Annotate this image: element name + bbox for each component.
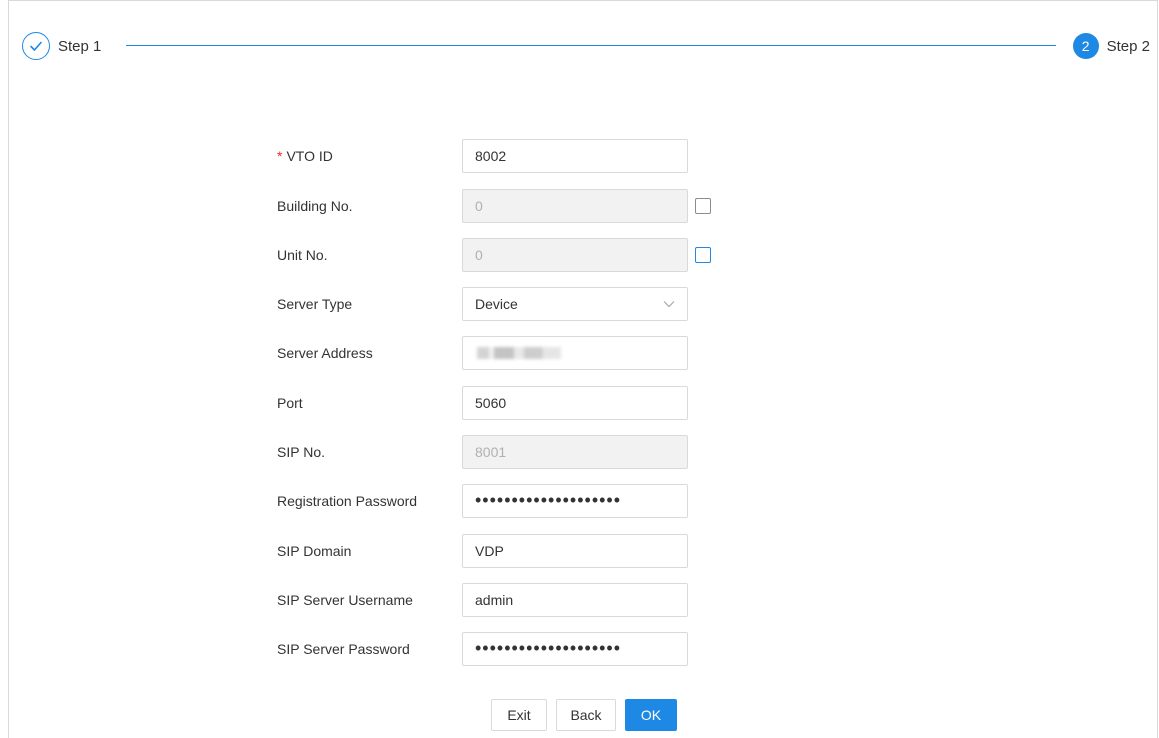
building-no-label: Building No. [277, 198, 353, 214]
vto-id-input[interactable]: 8002 [462, 139, 688, 173]
sip-domain-row: SIP Domain VDP [0, 534, 1159, 568]
port-row: Port 5060 [0, 386, 1159, 420]
sip-server-password-row: SIP Server Password •••••••••••••••••••• [0, 632, 1159, 666]
registration-password-row: Registration Password ••••••••••••••••••… [0, 484, 1159, 518]
unit-no-label: Unit No. [277, 247, 328, 263]
step-1: Step 1 [22, 30, 101, 62]
step-2: 2 Step 2 [1072, 30, 1150, 62]
sip-domain-label: SIP Domain [277, 543, 352, 559]
building-no-input: 0 [462, 189, 688, 223]
building-no-row: Building No. 0 [0, 189, 1159, 223]
step-2-label: Step 2 [1106, 37, 1150, 55]
sip-no-input: 8001 [462, 435, 688, 469]
server-address-input[interactable] [462, 336, 688, 370]
steps-bar: Step 1 2 Step 2 [22, 30, 1150, 62]
sip-domain-input[interactable]: VDP [462, 534, 688, 568]
back-button[interactable]: Back [556, 699, 616, 731]
server-type-value: Device [475, 296, 518, 312]
sip-server-username-label: SIP Server Username [277, 592, 413, 608]
check-icon [22, 32, 50, 60]
chevron-down-icon [663, 288, 675, 320]
server-type-select[interactable]: Device [462, 287, 688, 321]
unit-no-row: Unit No. 0 [0, 238, 1159, 272]
registration-password-input[interactable]: •••••••••••••••••••• [462, 484, 688, 518]
required-mark: * [277, 148, 283, 164]
sip-no-row: SIP No. 8001 [0, 435, 1159, 469]
sip-no-label: SIP No. [277, 444, 325, 460]
sip-server-password-input[interactable]: •••••••••••••••••••• [462, 632, 688, 666]
sip-server-password-label: SIP Server Password [277, 641, 410, 657]
unit-no-input: 0 [462, 238, 688, 272]
port-input[interactable]: 5060 [462, 386, 688, 420]
server-type-label: Server Type [277, 296, 353, 312]
vto-id-label: * VTO ID [277, 139, 333, 173]
port-label: Port [277, 395, 303, 411]
building-no-checkbox[interactable] [695, 198, 711, 214]
vto-id-label-text: VTO ID [286, 148, 333, 164]
server-address-row: Server Address [0, 336, 1159, 370]
step-connector-line [126, 45, 1056, 46]
server-type-row: Server Type Device [0, 287, 1159, 321]
redacted-value [477, 347, 561, 359]
server-address-label: Server Address [277, 345, 373, 361]
step-1-label: Step 1 [58, 37, 102, 55]
registration-password-label: Registration Password [277, 493, 418, 509]
vto-id-row: * VTO ID 8002 [0, 139, 1159, 173]
sip-server-username-row: SIP Server Username admin [0, 583, 1159, 617]
unit-no-checkbox[interactable] [695, 247, 711, 263]
exit-button[interactable]: Exit [491, 699, 547, 731]
ok-button[interactable]: OK [625, 699, 677, 731]
sip-server-username-input[interactable]: admin [462, 583, 688, 617]
step-2-number: 2 [1072, 33, 1099, 59]
